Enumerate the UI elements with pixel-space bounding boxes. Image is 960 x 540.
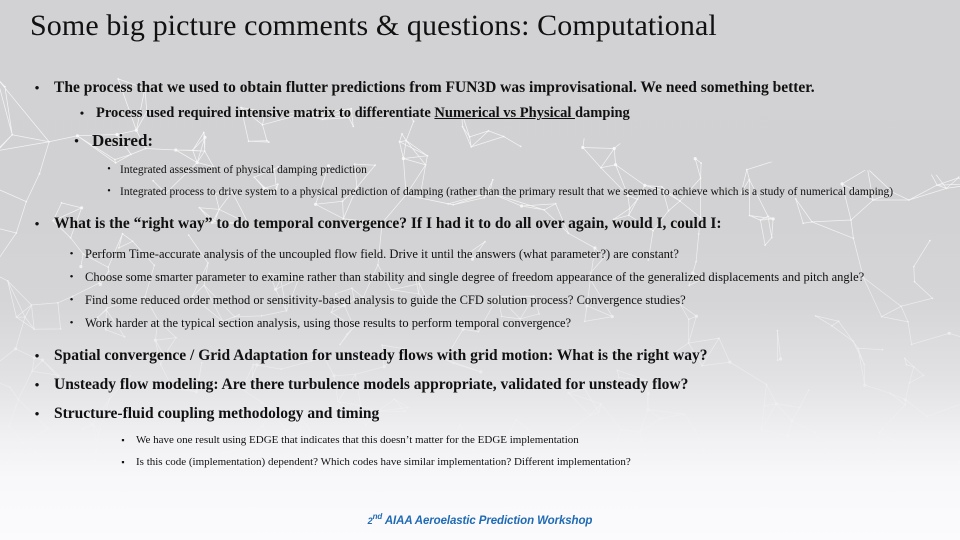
- bullet-level1: • The process that we used to obtain flu…: [0, 78, 960, 97]
- bullet-marker-round: •: [34, 377, 40, 392]
- bullet-level3: • Work harder at the typical section ana…: [0, 315, 960, 332]
- bullet-level3: • Integrated assessment of physical damp…: [0, 162, 960, 178]
- bullet-text: Choose some smarter parameter to examine…: [85, 270, 865, 284]
- bullet-text: We have one result using EDGE that indic…: [136, 434, 579, 446]
- bullet-marker-square: ▪: [121, 457, 125, 467]
- bullet-text: Desired:: [92, 131, 154, 150]
- slide-body: • The process that we used to obtain flu…: [0, 78, 960, 470]
- bullet-text: Structure-fluid coupling methodology and…: [54, 405, 380, 422]
- bullet-marker-round: •: [34, 406, 40, 421]
- bullet-text: The process that we used to obtain flutt…: [54, 79, 815, 96]
- bullet-marker-round: •: [69, 294, 74, 306]
- bullet-text: Find some reduced order method or sensit…: [85, 293, 686, 307]
- bullet-level3: • Choose some smarter parameter to exami…: [0, 269, 960, 286]
- bullet-text: Unsteady flow modeling: Are there turbul…: [54, 376, 689, 393]
- footer-workshop-logo: 2nd AIAA Aeroelastic Prediction Workshop: [0, 512, 960, 527]
- footer-logo-name: AIAA Aeroelastic Prediction Workshop: [382, 514, 593, 527]
- bullet-level1: • Structure-fluid coupling methodology a…: [0, 404, 960, 423]
- bullet-marker-round: •: [34, 348, 40, 363]
- bullet-level1: • What is the “right way” to do temporal…: [0, 214, 960, 233]
- bullet-level3: • Integrated process to drive system to …: [0, 184, 960, 200]
- bullet-marker-round: •: [69, 248, 74, 260]
- bullet-level1: • Unsteady flow modeling: Are there turb…: [0, 375, 960, 394]
- slide-canvas: Some big picture comments & questions: C…: [0, 0, 960, 540]
- text-segment-pre: Process used required intensive matrix t…: [96, 105, 435, 121]
- bullet-marker-round: •: [69, 271, 74, 283]
- bullet-level4: ▪ Is this code (implementation) dependen…: [0, 454, 960, 470]
- bullet-level4: ▪ We have one result using EDGE that ind…: [0, 432, 960, 448]
- bullet-text: Process used required intensive matrix t…: [96, 104, 960, 123]
- bullet-marker-round: •: [34, 216, 40, 231]
- bullet-marker-round: •: [107, 164, 111, 175]
- bullet-text: Perform Time-accurate analysis of the un…: [85, 247, 679, 261]
- text-segment-post: damping: [574, 105, 630, 121]
- bullet-level3: • Find some reduced order method or sens…: [0, 292, 960, 309]
- bullet-text: Work harder at the typical section analy…: [85, 316, 572, 330]
- bullet-text: Integrated process to drive system to a …: [120, 186, 894, 198]
- bullet-level1: • Spatial convergence / Grid Adaptation …: [0, 346, 960, 365]
- footer-logo-suffix: nd: [372, 512, 383, 521]
- text-segment-underlined: Numerical vs Physical: [434, 105, 575, 121]
- bullet-marker-square: ▪: [121, 435, 125, 445]
- bullet-level2: • Process used required intensive matrix…: [0, 104, 960, 123]
- bullet-marker-round: •: [79, 106, 85, 120]
- bullet-marker-round: •: [74, 133, 79, 148]
- page-title: Some big picture comments & questions: C…: [30, 9, 717, 42]
- bullet-text: What is the “right way” to do temporal c…: [54, 215, 722, 232]
- bullet-text: Integrated assessment of physical dampin…: [120, 164, 367, 176]
- bullet-marker-round: •: [34, 80, 40, 95]
- bullet-text: Spatial convergence / Grid Adaptation fo…: [54, 347, 708, 364]
- bullet-level2-desired: • Desired:: [0, 129, 960, 152]
- bullet-marker-round: •: [69, 317, 74, 329]
- bullet-text: Is this code (implementation) dependent?…: [136, 456, 631, 468]
- bullet-marker-round: •: [107, 186, 111, 197]
- bullet-level3: • Perform Time-accurate analysis of the …: [0, 246, 960, 263]
